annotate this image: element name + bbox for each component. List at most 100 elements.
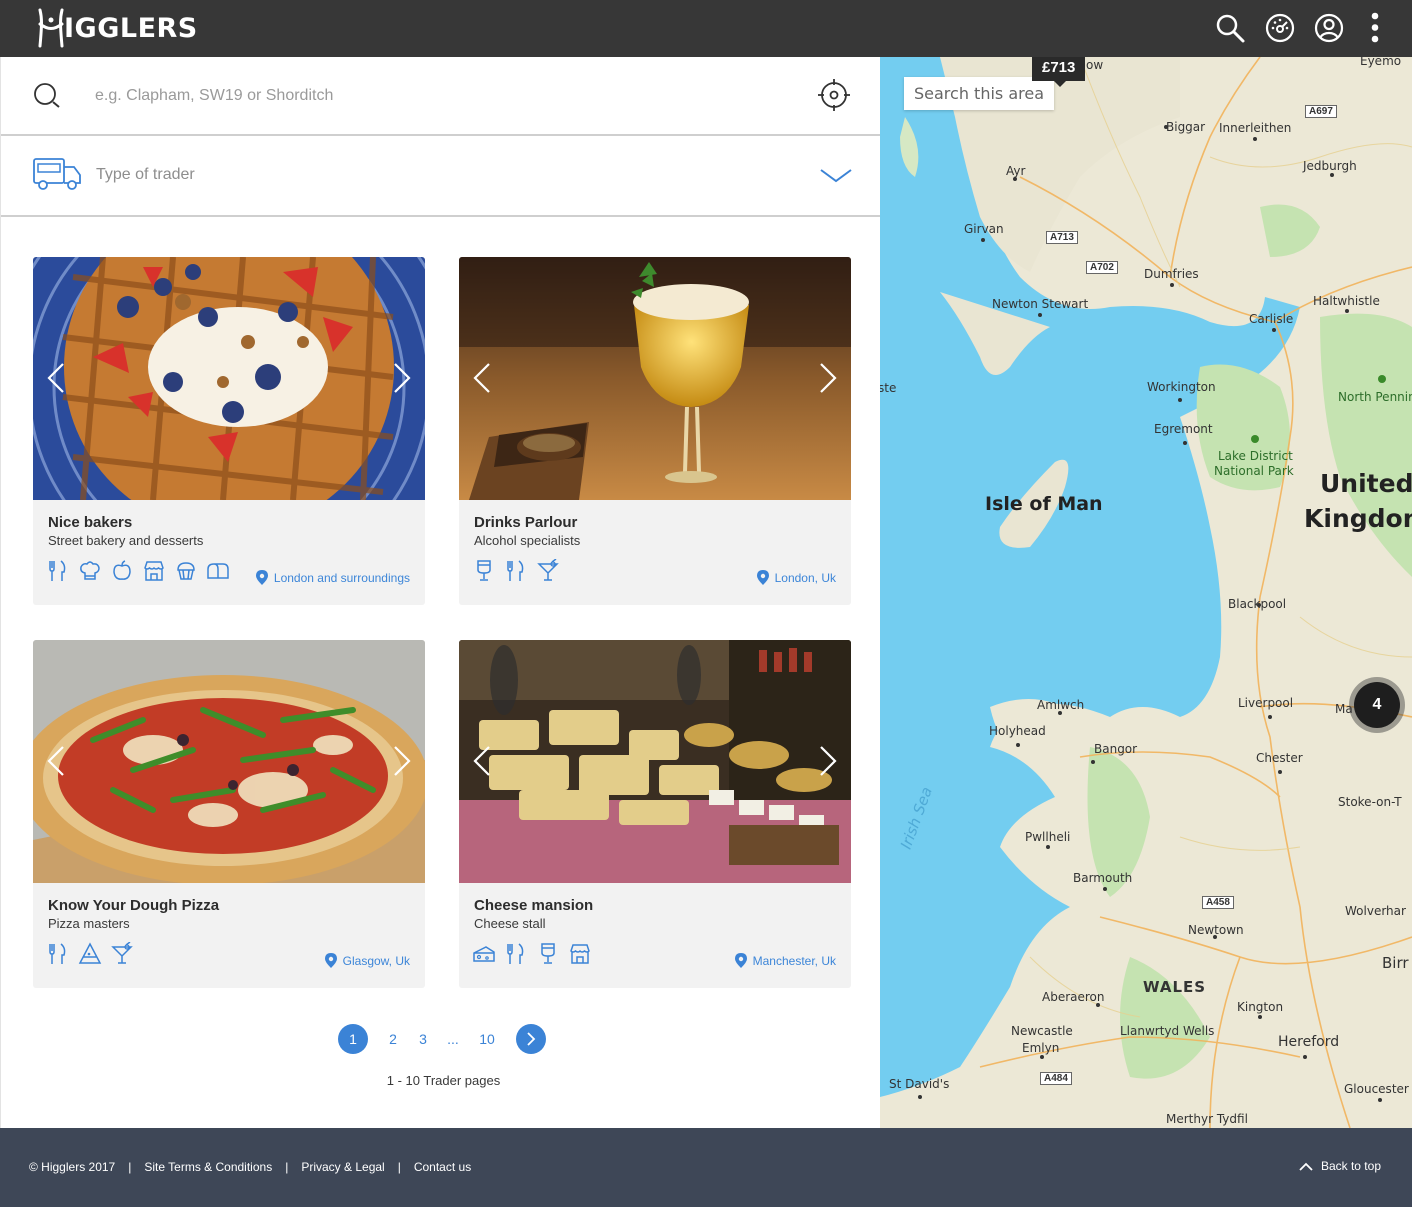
trader-type-dropdown[interactable]: Type of trader (1, 136, 881, 217)
next-page-button[interactable] (516, 1024, 546, 1054)
search-icon[interactable] (1214, 12, 1246, 44)
carousel-next-icon[interactable] (815, 361, 841, 395)
more-icon[interactable] (1360, 12, 1392, 44)
location-search-input[interactable] (95, 81, 775, 111)
map-place-label: Ma (1335, 702, 1353, 716)
search-this-area-button[interactable]: Search this area (904, 77, 1055, 110)
map-place-label: Kington (1237, 1000, 1284, 1014)
higglers-logo[interactable]: IGGLERS (36, 8, 198, 48)
trader-card[interactable]: Cheese mansion Cheese stall Manchester, … (459, 640, 851, 988)
map-place-label: Workington (1147, 380, 1216, 394)
footer-link-contact[interactable]: Contact us (414, 1160, 471, 1174)
map-place-label: Gloucester (1344, 1082, 1409, 1096)
results-panel: Type of trader (0, 57, 881, 1128)
trader-card[interactable]: Drinks Parlour Alcohol specialists Londo… (459, 257, 851, 605)
trader-type-label: Type of trader (96, 166, 195, 183)
trader-name[interactable]: Cheese mansion (474, 897, 593, 914)
map-place-label: Wolverhar (1345, 904, 1406, 918)
shop-icon (144, 561, 164, 581)
trader-name[interactable]: Know Your Dough Pizza (48, 897, 219, 914)
back-to-top-label: Back to top (1320, 1159, 1381, 1173)
page-10-button[interactable]: 10 (472, 1024, 502, 1054)
map-place-label: Amlwch (1037, 698, 1085, 712)
carousel-next-icon[interactable] (815, 744, 841, 778)
carousel-prev-icon[interactable] (469, 361, 495, 395)
carousel-next-icon[interactable] (389, 744, 415, 778)
map-place-label: Ayr (1006, 164, 1026, 178)
cutlery-icon (507, 943, 524, 964)
back-to-top-button[interactable]: Back to top (1299, 1159, 1381, 1173)
page-3-button[interactable]: 3 (408, 1024, 438, 1054)
trader-photo (459, 640, 851, 883)
food-truck-icon (33, 158, 81, 190)
map-place-label: Jedburgh (1303, 159, 1357, 173)
chef-hat-icon (80, 561, 100, 580)
map-cluster-marker[interactable]: 4 (1354, 682, 1400, 728)
road-label: A484 (1040, 1072, 1072, 1085)
map-place-label: Blackpool (1228, 597, 1287, 611)
traders-map[interactable]: Search this area £713 4 ow Eyemo Biggar … (880, 57, 1412, 1128)
carousel-prev-icon[interactable] (43, 361, 69, 395)
page-ellipsis: ... (447, 1031, 459, 1047)
road-label: A702 (1086, 261, 1118, 274)
apple-icon (113, 560, 131, 580)
map-place-label: Newtown (1188, 923, 1244, 937)
trader-location-label: London and surroundings (273, 570, 410, 585)
map-place-label: Carlisle (1249, 312, 1294, 326)
trader-photo (33, 640, 425, 883)
bread-icon (207, 563, 229, 579)
pizza-photo (33, 640, 425, 883)
shop-icon (570, 944, 590, 964)
trader-description: Street bakery and desserts (48, 533, 204, 548)
cutlery-icon (49, 560, 66, 581)
map-place-label: Liverpool (1238, 696, 1294, 710)
map-canvas (880, 57, 1412, 1128)
map-place-label: Emlyn (1022, 1041, 1060, 1055)
footer-separator: | (397, 1160, 401, 1174)
locate-me-icon[interactable] (817, 78, 851, 112)
map-place-label: Dumfries (1144, 267, 1199, 281)
location-pin-icon (756, 570, 769, 585)
map-place-label: Biggar (1166, 120, 1206, 134)
trader-location[interactable]: Manchester, Uk (734, 953, 836, 968)
map-place-label: WALES (1143, 978, 1207, 996)
map-place-label: Merthyr Tydfil (1166, 1112, 1248, 1126)
trader-photo (459, 257, 851, 500)
map-place-label: St David's (889, 1077, 950, 1091)
dashboard-icon[interactable] (1264, 12, 1296, 44)
price-marker[interactable]: £713 (1032, 57, 1086, 87)
carousel-next-icon[interactable] (389, 361, 415, 395)
copyright: © Higglers 2017 (29, 1160, 116, 1174)
trader-card[interactable]: Nice bakers Street bakery and desserts L… (33, 257, 425, 605)
trader-card[interactable]: Know Your Dough Pizza Pizza masters Glas… (33, 640, 425, 988)
search-icon (34, 83, 60, 108)
logo-mark-icon (38, 8, 64, 48)
trader-description: Pizza masters (48, 916, 130, 931)
waffle-photo (33, 257, 425, 500)
trader-location-label: London, Uk (774, 570, 836, 585)
trader-category-icons (46, 942, 134, 966)
page-2-button[interactable]: 2 (378, 1024, 408, 1054)
footer-link-privacy[interactable]: Privacy & Legal (301, 1160, 384, 1174)
trader-location[interactable]: London, Uk (756, 570, 836, 585)
page-1-button[interactable]: 1 (338, 1024, 368, 1054)
account-icon[interactable] (1313, 12, 1345, 44)
location-search-bar (1, 57, 881, 136)
carousel-prev-icon[interactable] (43, 744, 69, 778)
map-place-label: Aberaeron (1042, 990, 1105, 1004)
trader-location[interactable]: London and surroundings (255, 570, 410, 585)
trader-name[interactable]: Drinks Parlour (474, 514, 577, 531)
map-place-label: Haltwhistle (1313, 294, 1380, 308)
beer-glass-icon (541, 943, 555, 964)
map-place-label: Pwllheli (1025, 830, 1071, 844)
cocktail-photo (459, 257, 851, 500)
trader-name[interactable]: Nice bakers (48, 514, 132, 531)
trader-location[interactable]: Glasgow, Uk (324, 953, 410, 968)
map-place-label: Birr (1382, 954, 1409, 972)
map-place-label: ste (880, 381, 897, 395)
footer-links: © Higglers 2017 | Site Terms & Condition… (29, 1160, 471, 1174)
carousel-prev-icon[interactable] (469, 744, 495, 778)
footer-link-terms[interactable]: Site Terms & Conditions (144, 1160, 272, 1174)
map-place-label: National Park (1214, 464, 1294, 478)
trader-location-label: Glasgow, Uk (342, 953, 410, 968)
